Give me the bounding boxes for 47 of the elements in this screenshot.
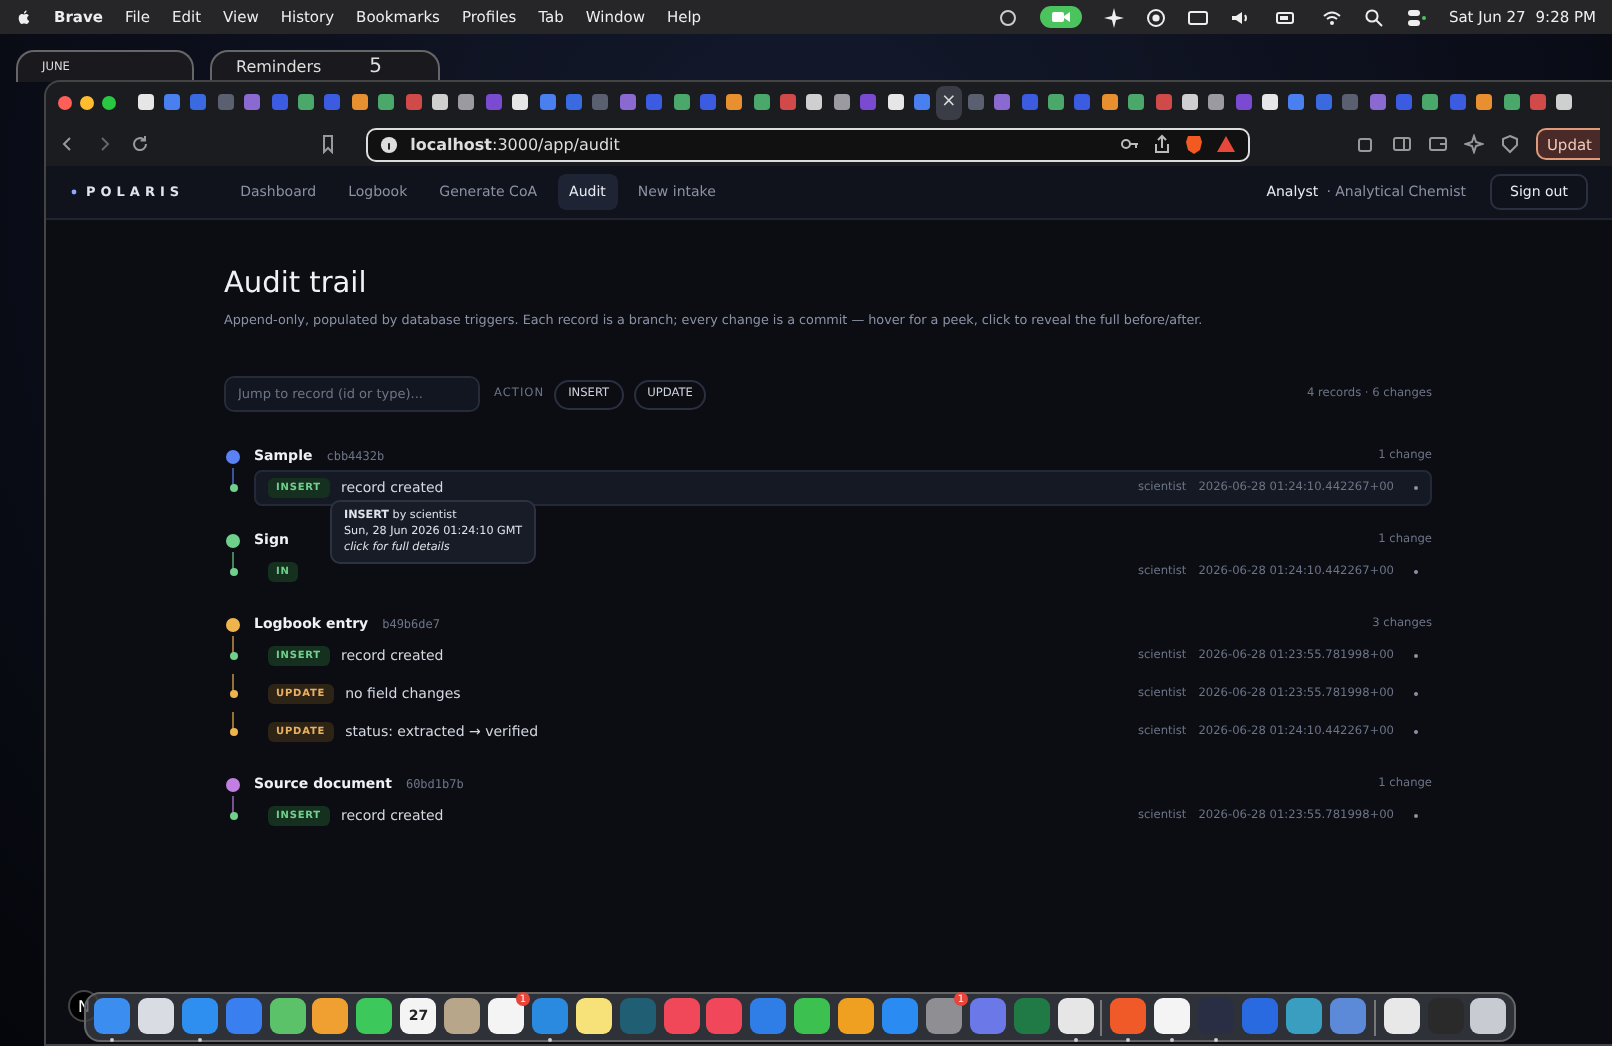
close-window-button[interactable] [58, 95, 72, 109]
info-icon [380, 135, 399, 153]
sidebar-icon [1392, 134, 1413, 154]
logo-dot-icon [70, 188, 78, 196]
browser-tab[interactable]: × [935, 85, 963, 119]
search-icon [1364, 7, 1385, 27]
bookmark-icon [318, 134, 339, 154]
app-icon[interactable] [794, 998, 831, 1035]
app-icon[interactable] [312, 998, 349, 1035]
camera-icon[interactable] [1040, 6, 1083, 28]
speaker-icon [1230, 7, 1251, 27]
key-icon [1119, 134, 1140, 154]
event-dot [229, 651, 237, 659]
zoom-window-button[interactable] [102, 95, 116, 109]
event-dot [229, 811, 237, 819]
event-dot [229, 727, 237, 735]
reload-icon [130, 134, 150, 154]
app-icon[interactable] [444, 998, 481, 1035]
app-icon[interactable] [838, 998, 875, 1035]
apple-logo-icon [16, 8, 32, 26]
app-icon[interactable] [356, 998, 393, 1035]
widget-count: 5 [369, 56, 383, 78]
event-dot [229, 567, 237, 575]
app-icon[interactable] [1057, 998, 1094, 1035]
reminders-widget[interactable]: Reminders 5 [210, 50, 440, 82]
address-bar[interactable]: localhost:3000/app/audit [366, 127, 1250, 161]
page-title: Audit trail [224, 268, 369, 300]
circle-icon [998, 7, 1019, 27]
control-center-icon [1406, 7, 1427, 27]
widget-title: Reminders [236, 58, 322, 76]
app-icon[interactable] [1470, 998, 1507, 1035]
app-icon[interactable] [1383, 998, 1420, 1035]
url-text: localhost:3000/app/audit [410, 135, 620, 153]
triangle-icon [1215, 134, 1236, 154]
sparkle-icon [1464, 134, 1485, 154]
app-icon[interactable] [137, 998, 174, 1035]
app-icon[interactable] [269, 998, 306, 1035]
sparkle-icon [1104, 7, 1125, 27]
app-icon[interactable] [575, 998, 612, 1035]
event-dot [229, 483, 237, 491]
event-dot [229, 689, 237, 697]
shield-icon [1500, 134, 1521, 154]
share-icon [1151, 134, 1172, 154]
minimize-window-button[interactable] [80, 95, 94, 109]
record-icon [1146, 7, 1167, 27]
app-icon[interactable] [1154, 998, 1191, 1035]
wifi-icon [1322, 7, 1343, 27]
